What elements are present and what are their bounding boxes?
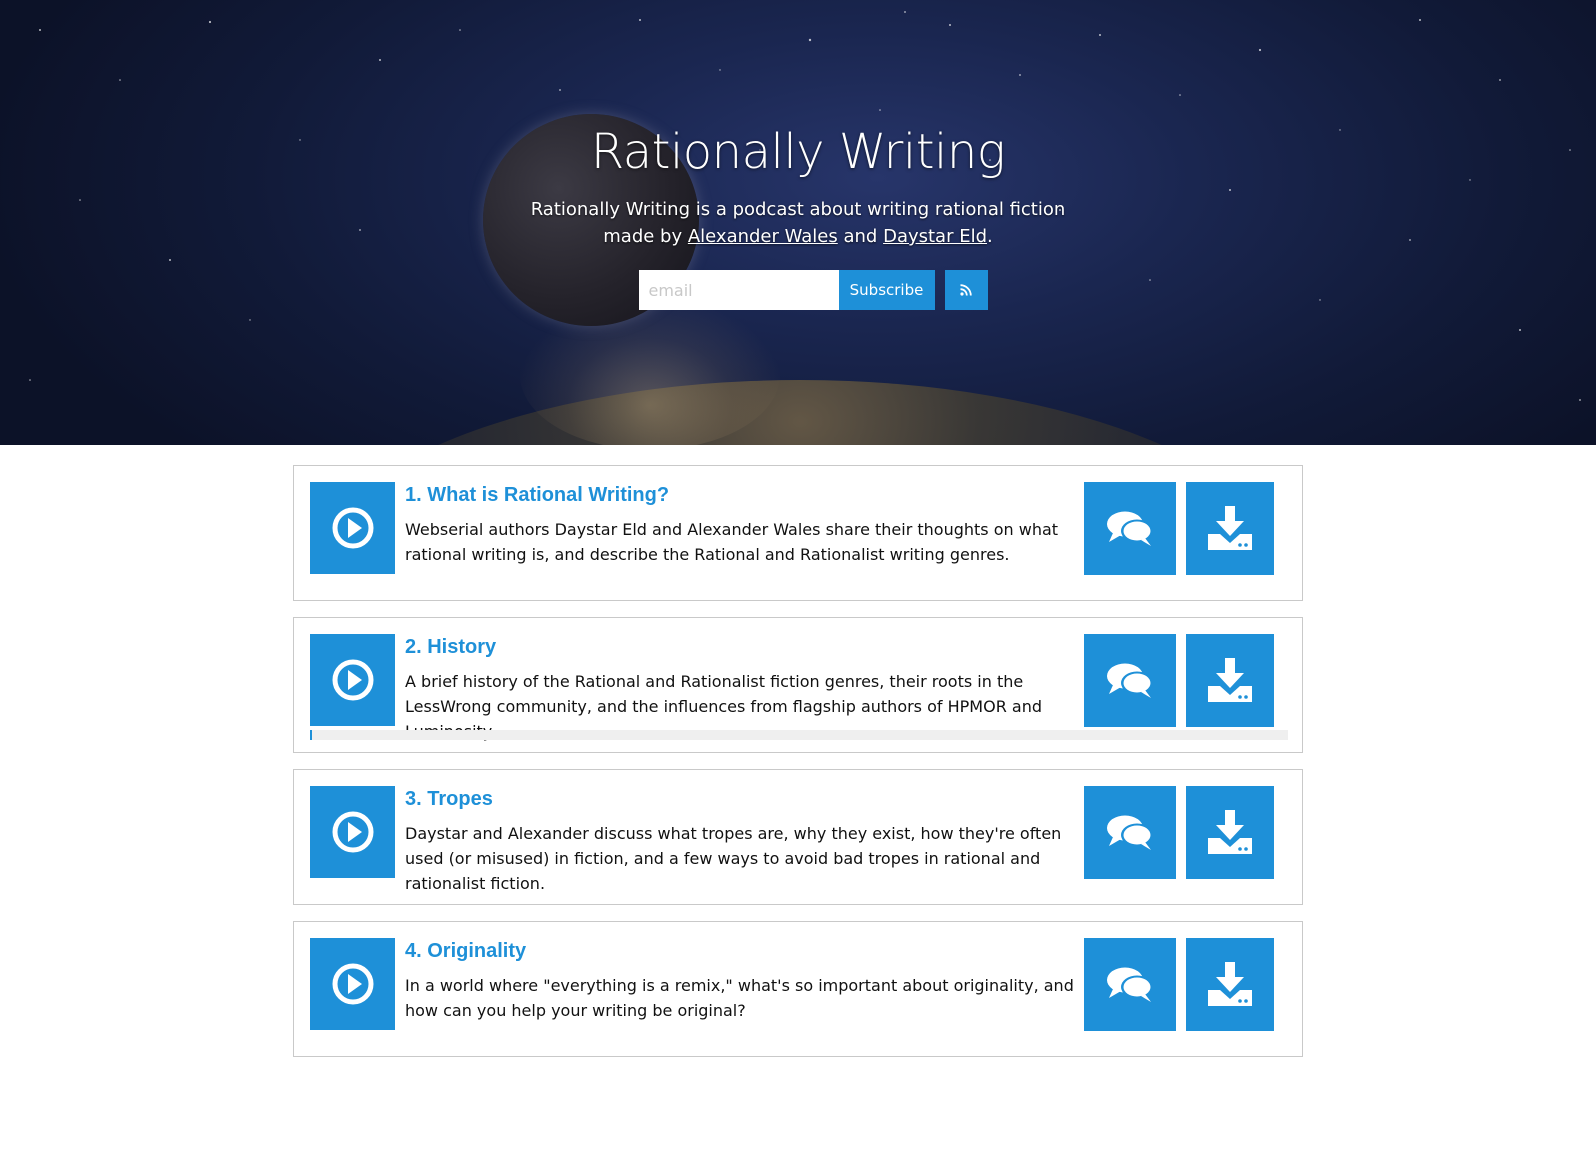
play-circle-icon [332, 811, 373, 853]
rss-icon [960, 284, 972, 296]
download-button[interactable] [1186, 786, 1274, 879]
subscribe-form: Subscribe [0, 270, 1596, 310]
episode-list: 1. What is Rational Writing? Webserial a… [293, 465, 1303, 1057]
rss-feed-button[interactable] [944, 270, 988, 310]
play-button[interactable] [310, 634, 395, 726]
subscribe-button[interactable]: Subscribe [838, 270, 935, 310]
play-button[interactable] [310, 482, 395, 574]
play-circle-icon [332, 963, 373, 1005]
episode-card: 4. Originality In a world where "everyth… [293, 921, 1303, 1057]
episode-description: Daystar and Alexander discuss what trope… [405, 824, 1062, 893]
play-circle-icon [332, 507, 373, 549]
playback-progress-bar[interactable] [310, 730, 1288, 740]
comments-icon [1107, 511, 1153, 546]
download-icon [1208, 657, 1252, 702]
episode-info: 1. What is Rational Writing? Webserial a… [405, 484, 1077, 567]
download-button[interactable] [1186, 634, 1274, 727]
episode-card: 2. History A brief history of the Ration… [293, 617, 1303, 753]
episode-info: 3. Tropes Daystar and Alexander discuss … [405, 788, 1077, 896]
download-button[interactable] [1186, 482, 1274, 575]
episode-info: 4. Originality In a world where "everyth… [405, 940, 1077, 1023]
author-link-daystar-eld[interactable]: Daystar Eld [883, 226, 987, 247]
episode-title[interactable]: 3. Tropes [405, 788, 1077, 811]
play-button[interactable] [310, 938, 395, 1030]
download-icon [1208, 809, 1252, 854]
episode-card: 1. What is Rational Writing? Webserial a… [293, 465, 1303, 601]
episode-title[interactable]: 4. Originality [405, 940, 1077, 963]
comments-button[interactable] [1084, 634, 1176, 727]
playback-progress-fill [310, 730, 312, 740]
episode-title[interactable]: 2. History [405, 636, 1077, 659]
tagline-end: . [987, 226, 993, 247]
comments-icon [1107, 663, 1153, 698]
comments-icon [1107, 967, 1153, 1002]
episode-info: 2. History A brief history of the Ration… [405, 636, 1077, 744]
download-icon [1208, 505, 1252, 550]
episode-description: In a world where "everything is a remix,… [405, 976, 1074, 1020]
sun-glow-graphic [520, 300, 780, 445]
episode-description: Webserial authors Daystar Eld and Alexan… [405, 520, 1059, 564]
site-tagline: Rationally Writing is a podcast about wr… [518, 196, 1078, 250]
comments-icon [1107, 815, 1153, 850]
hero-content: Rationally Writing Rationally Writing is… [0, 0, 1596, 310]
episode-title[interactable]: 1. What is Rational Writing? [405, 484, 1077, 507]
comments-button[interactable] [1084, 482, 1176, 575]
download-button[interactable] [1186, 938, 1274, 1031]
tagline-joiner: and [837, 226, 884, 247]
author-link-alexander-wales[interactable]: Alexander Wales [688, 226, 838, 247]
comments-button[interactable] [1084, 786, 1176, 879]
comments-button[interactable] [1084, 938, 1176, 1031]
site-title: Rationally Writing [590, 124, 1006, 180]
episode-card: 3. Tropes Daystar and Alexander discuss … [293, 769, 1303, 905]
download-icon [1208, 961, 1252, 1006]
hero-banner: Rationally Writing Rationally Writing is… [0, 0, 1596, 445]
play-button[interactable] [310, 786, 395, 878]
email-input[interactable] [638, 270, 839, 310]
play-circle-icon [332, 659, 373, 701]
